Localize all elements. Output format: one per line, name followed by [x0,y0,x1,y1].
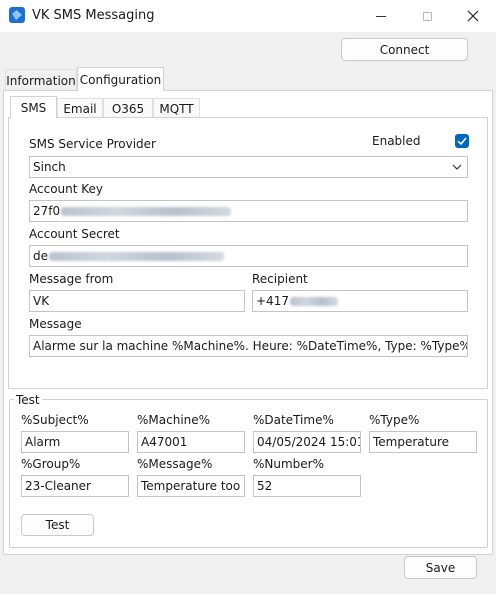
number-field[interactable]: 52 [253,475,361,497]
tab-information[interactable]: Information [5,69,77,91]
close-icon [467,10,479,22]
account-secret-field[interactable]: de [29,245,468,267]
provider-select[interactable]: Sinch [29,156,468,178]
account-secret-label: Account Secret [29,227,120,241]
message-label: Message [29,317,82,331]
subject-value: Alarm [25,435,61,449]
type-field[interactable]: Temperature [369,431,477,453]
tab-configuration[interactable]: Configuration [77,67,164,91]
subject-field[interactable]: Alarm [21,431,129,453]
machine-field[interactable]: A47001 [137,431,245,453]
machine-value: A47001 [141,435,188,449]
type-value: Temperature [373,435,450,449]
group-field[interactable]: 23-Cleaner [21,475,129,497]
test-button[interactable]: Test [21,514,94,536]
test-message-field[interactable]: Temperature too high [137,475,245,497]
recipient-field[interactable]: +417 [252,290,468,312]
enabled-checkbox[interactable] [455,134,469,148]
number-label: %Number% [253,457,325,471]
group-label: %Group% [21,457,81,471]
minimize-icon [376,15,386,17]
message-field[interactable]: Alarme sur la machine %Machine%. Heure: … [29,335,468,357]
close-button[interactable] [450,0,496,32]
message-from-label: Message from [29,272,114,286]
account-key-field[interactable]: 27f0 [29,200,468,222]
provider-value: Sinch [33,160,66,174]
tab-sms[interactable]: SMS [10,96,57,118]
account-key-label: Account Key [29,182,104,196]
number-value: 52 [257,479,273,493]
maximize-icon [422,11,432,21]
message-from-value: VK [33,294,50,308]
test-group-legend: Test [14,393,42,407]
recipient-value: +417 [256,294,289,308]
type-label: %Type% [369,413,420,427]
maximize-button[interactable] [404,0,450,32]
tab-mqtt[interactable]: MQTT [153,98,200,118]
group-value: 23-Cleaner [25,479,91,493]
chevron-down-icon [452,164,462,170]
datetime-field[interactable]: 04/05/2024 15:01:34 [253,431,361,453]
provider-label: SMS Service Provider [29,137,156,151]
window-title: VK SMS Messaging [32,8,155,23]
save-button[interactable]: Save [404,556,477,579]
enabled-label: Enabled [372,134,421,148]
datetime-label: %DateTime% [253,413,334,427]
message-value: Alarme sur la machine %Machine%. Heure: … [33,339,467,353]
title-bar: VK SMS Messaging [0,0,496,32]
tab-o365[interactable]: O365 [103,98,153,118]
machine-label: %Machine% [137,413,211,427]
redacted-blur [289,297,338,306]
message-from-field[interactable]: VK [29,290,245,312]
tab-email[interactable]: Email [57,98,103,118]
account-key-value: 27f0 [33,204,61,218]
minimize-button[interactable] [358,0,404,32]
test-message-label: %Message% [137,457,213,471]
datetime-value: 04/05/2024 15:01:34 [257,435,360,449]
connect-button[interactable]: Connect [341,38,468,61]
account-secret-value: de [33,249,48,263]
test-message-value: Temperature too high [141,479,244,493]
checkmark-icon [457,137,467,146]
subject-label: %Subject% [21,413,89,427]
app-icon [9,7,25,23]
redacted-blur [49,252,224,261]
recipient-label: Recipient [252,272,308,286]
redacted-blur [61,207,232,216]
